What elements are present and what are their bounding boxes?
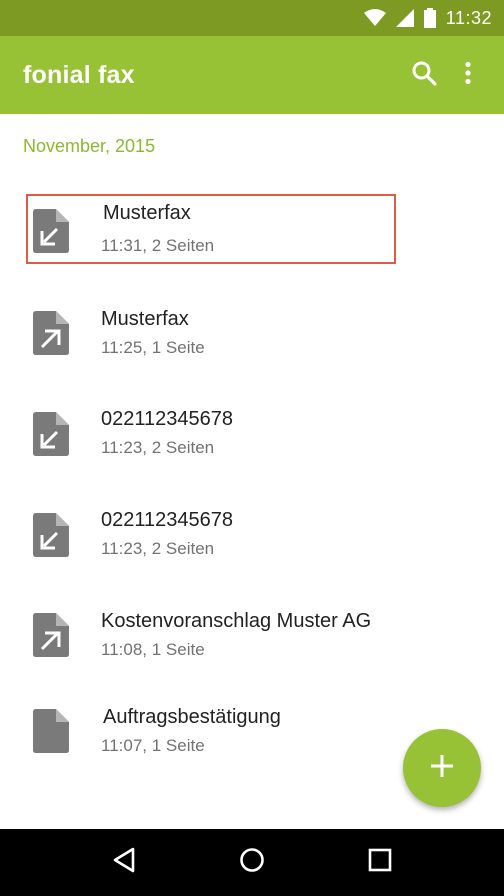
fax-meta: 11:23, 2 Seiten — [101, 539, 215, 558]
fax-outgoing-icon — [33, 613, 69, 657]
fax-incoming-icon — [33, 513, 69, 557]
battery-icon — [423, 8, 436, 28]
add-icon — [431, 754, 453, 782]
app-title: fonial fax — [23, 60, 135, 89]
more-vert-icon — [464, 61, 472, 90]
recents-button[interactable] — [356, 839, 404, 887]
fax-incoming-icon — [33, 412, 69, 456]
cell-signal-icon — [395, 9, 414, 27]
app-bar: fonial fax — [0, 36, 504, 114]
back-button[interactable] — [100, 839, 148, 887]
fax-name: Auftragsbestätigung — [103, 706, 281, 728]
fax-name: Kostenvoranschlag Muster AG — [101, 610, 372, 632]
section-header-month: November, 2015 — [23, 136, 156, 156]
recents-icon — [368, 848, 392, 877]
fax-meta: 11:25, 1 Seite — [101, 338, 205, 357]
fax-list-item[interactable]: 022112345678 11:23, 2 Seiten — [0, 493, 504, 593]
fax-name: 022112345678 — [101, 509, 233, 531]
fax-name: Musterfax — [103, 202, 191, 224]
search-button[interactable] — [402, 53, 446, 97]
fax-name: Musterfax — [101, 308, 189, 330]
fax-outgoing-icon — [33, 311, 69, 355]
fax-list-item[interactable]: Musterfax 11:25, 1 Seite — [0, 292, 504, 392]
search-icon — [411, 60, 437, 91]
fax-name: 022112345678 — [101, 408, 233, 430]
fax-meta: 11:31, 2 Seiten — [101, 236, 215, 255]
home-icon — [239, 847, 265, 878]
fax-list-item[interactable]: 022112345678 11:23, 2 Seiten — [0, 392, 504, 492]
fax-incoming-icon — [33, 209, 69, 253]
fax-document-icon — [33, 709, 69, 753]
more-options-button[interactable] — [446, 53, 490, 97]
fax-meta: 11:08, 1 Seite — [101, 640, 205, 659]
fax-meta: 11:07, 1 Seite — [101, 736, 205, 755]
fax-list-item[interactable]: Musterfax 11:31, 2 Seiten — [0, 188, 504, 288]
status-time: 11:32 — [445, 7, 492, 28]
status-bar: 11:32 — [0, 0, 504, 36]
system-nav-bar — [0, 829, 504, 896]
back-icon — [112, 847, 136, 878]
add-fax-button[interactable] — [403, 729, 481, 807]
fax-list-item[interactable]: Kostenvoranschlag Muster AG 11:08, 1 Sei… — [0, 594, 504, 694]
fax-meta: 11:23, 2 Seiten — [101, 438, 215, 457]
home-button[interactable] — [228, 839, 276, 887]
wifi-icon — [363, 9, 386, 27]
